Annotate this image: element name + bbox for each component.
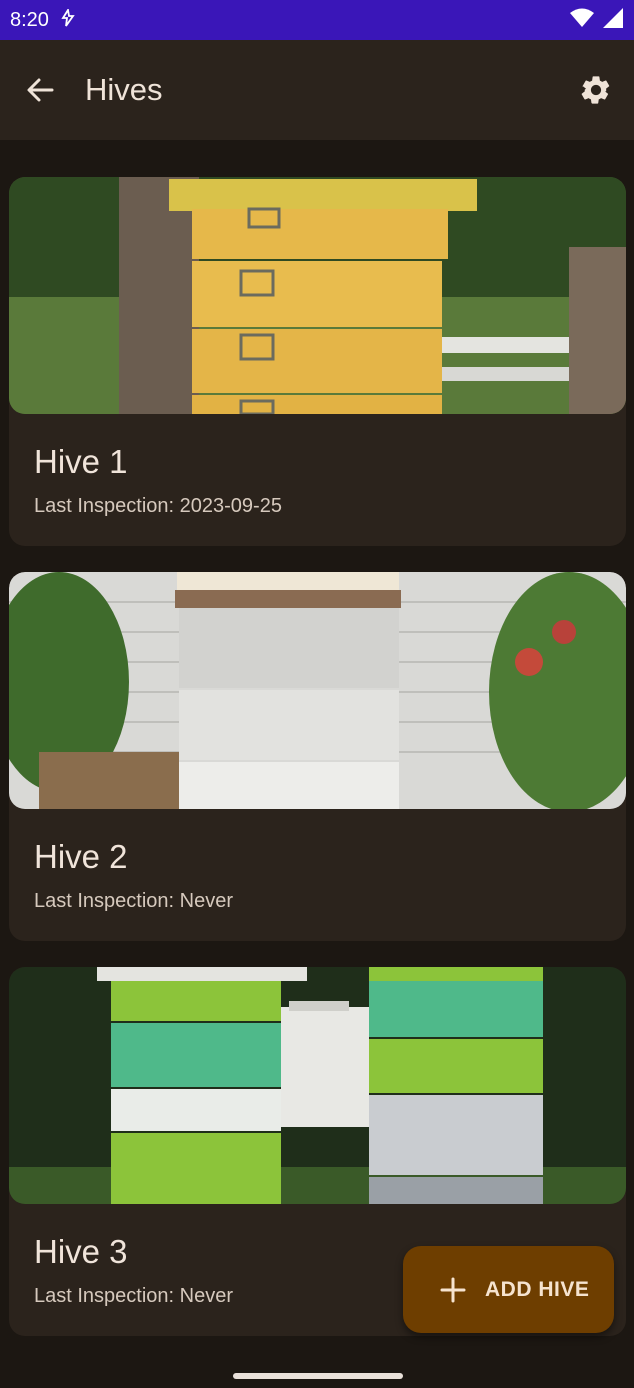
plus-icon	[440, 1277, 466, 1302]
hive-card[interactable]: Hive 1 Last Inspection: 2023-09-25	[9, 177, 626, 546]
page-title: Hives	[85, 72, 163, 107]
signal-icon	[602, 7, 624, 33]
hive-name: Hive 1	[34, 443, 128, 480]
app-bar: Hives	[0, 40, 634, 140]
last-inspection: Last Inspection: Never	[34, 890, 233, 912]
last-inspection: Last Inspection: 2023-09-25	[34, 495, 282, 517]
status-bar: 8:20	[0, 0, 634, 40]
wifi-icon	[570, 8, 594, 32]
add-hive-button[interactable]: ADD HIVE	[403, 1246, 614, 1333]
hive-name: Hive 3	[34, 1233, 128, 1270]
hive-list: Hive 1 Last Inspection: 2023-09-25 Hive …	[9, 177, 626, 1362]
back-arrow-icon	[27, 78, 54, 102]
last-inspection: Last Inspection: Never	[34, 1285, 233, 1307]
navigation-bar	[0, 1358, 634, 1388]
hive-card[interactable]: Hive 2 Last Inspection: Never	[9, 572, 626, 941]
settings-button[interactable]	[576, 70, 616, 110]
hive-photo	[9, 967, 626, 1204]
back-button[interactable]	[0, 40, 80, 140]
hive-name: Hive 2	[34, 838, 128, 875]
status-time: 8:20	[10, 8, 49, 31]
add-hive-label: ADD HIVE	[485, 1277, 590, 1301]
home-gesture-handle[interactable]	[233, 1373, 403, 1379]
hive-photo	[9, 572, 626, 809]
gear-icon	[581, 76, 610, 104]
sync-icon	[61, 7, 75, 31]
hive-photo	[9, 177, 626, 414]
